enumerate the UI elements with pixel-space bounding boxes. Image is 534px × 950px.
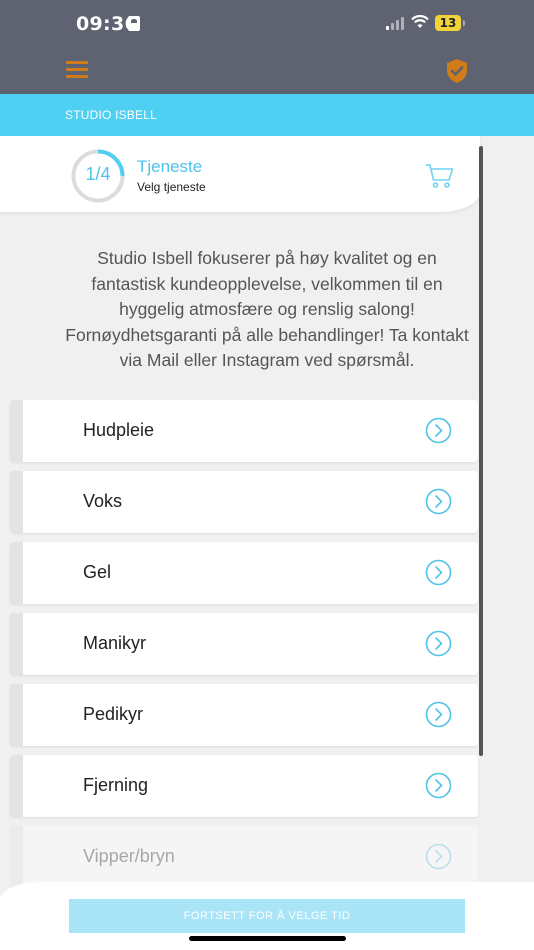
service-item-hudpleie[interactable]: Hudpleie: [10, 400, 478, 462]
status-bar: 09:36 13: [0, 0, 534, 48]
progress-text: 1/4: [85, 164, 111, 184]
service-label: Vipper/bryn: [83, 846, 175, 866]
service-label: Gel: [83, 562, 112, 582]
chevron-right-icon: [425, 772, 452, 799]
cart-icon[interactable]: [425, 162, 455, 190]
wifi-icon: [411, 15, 429, 28]
service-item-vipper-bryn[interactable]: Vipper/bryn: [10, 826, 478, 888]
chevron-right-icon: [425, 630, 452, 657]
continue-button[interactable]: FORTSETT FOR Å VELGE TID: [69, 899, 465, 933]
signal-icon: [386, 16, 406, 30]
chevron-right-icon: [425, 417, 452, 444]
service-label: Voks: [83, 491, 123, 511]
service-label: Hudpleie: [83, 420, 155, 440]
studio-description: Studio Isbell fokuserer på høy kvalitet …: [65, 248, 469, 370]
service-label: Fjerning: [83, 775, 149, 795]
service-label: Pedikyr: [83, 704, 144, 724]
chevron-right-icon: [425, 488, 452, 515]
chevron-right-icon: [425, 701, 452, 728]
shield-check-icon[interactable]: [445, 58, 469, 84]
studio-bar: STUDIO ISBELL: [0, 94, 534, 136]
sim-card-icon: [128, 16, 140, 31]
service-label: Manikyr: [83, 633, 147, 653]
chevron-right-icon: [425, 843, 452, 870]
home-indicator[interactable]: [189, 936, 346, 941]
service-item-voks[interactable]: Voks: [10, 471, 478, 533]
chevron-right-icon: [425, 559, 452, 586]
hamburger-icon[interactable]: [66, 61, 88, 79]
studio-name: STUDIO ISBELL: [65, 108, 157, 122]
service-item-pedikyr[interactable]: Pedikyr: [10, 684, 478, 746]
service-item-manikyr[interactable]: Manikyr: [10, 613, 478, 675]
service-item-fjerning[interactable]: Fjerning: [10, 755, 478, 817]
service-item-gel[interactable]: Gel: [10, 542, 478, 604]
step-subtitle: Velg tjeneste: [137, 180, 206, 194]
app-header: [0, 48, 534, 94]
battery-indicator: 13: [435, 15, 465, 31]
step-title: Tjeneste: [137, 157, 203, 176]
scrollbar[interactable]: [479, 146, 483, 756]
